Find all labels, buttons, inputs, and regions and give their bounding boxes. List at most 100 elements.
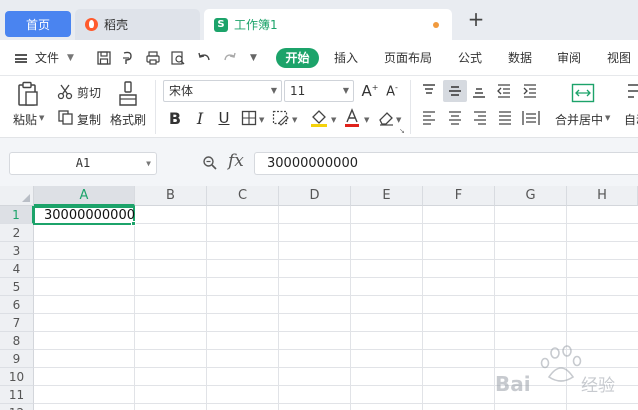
fill-color-dropdown-icon[interactable]: ▼ bbox=[331, 116, 336, 124]
tab-home[interactable]: 首页 bbox=[5, 11, 71, 37]
scissors-icon[interactable] bbox=[57, 83, 74, 100]
increase-indent-icon[interactable] bbox=[521, 82, 539, 100]
eraser-icon[interactable] bbox=[377, 109, 395, 127]
print-icon[interactable] bbox=[145, 50, 161, 66]
increase-font-size-button[interactable]: A+ bbox=[360, 81, 380, 101]
tab-data[interactable]: 数据 bbox=[508, 40, 532, 76]
chevron-down-icon[interactable]: ▼ bbox=[67, 40, 74, 76]
tab-insert[interactable]: 插入 bbox=[334, 40, 358, 76]
grid-line bbox=[350, 206, 351, 410]
spreadsheet-grid[interactable]: A B C D E F G H 1 2 3 4 5 6 7 8 9 10 11 … bbox=[0, 186, 638, 410]
align-top-icon[interactable] bbox=[420, 82, 438, 100]
tab-review[interactable]: 审阅 bbox=[557, 40, 581, 76]
border-icon[interactable] bbox=[241, 110, 257, 126]
tab-workbook[interactable]: S 工作簿1 bbox=[204, 9, 452, 40]
fill-color-icon[interactable] bbox=[309, 108, 329, 128]
column-header-b[interactable]: B bbox=[135, 186, 207, 206]
format-painter-icon[interactable] bbox=[117, 81, 139, 107]
insert-function-button[interactable]: fx bbox=[228, 151, 244, 171]
font-dialog-launcher-icon[interactable]: ↘ bbox=[399, 127, 405, 135]
align-left-icon[interactable] bbox=[420, 109, 438, 127]
tab-start[interactable]: 开始 bbox=[276, 48, 319, 68]
auto-wrap-button[interactable]: 自动 bbox=[624, 111, 638, 128]
copy-button[interactable]: 复制 bbox=[77, 111, 101, 128]
merge-center-button[interactable]: 合并居中 bbox=[555, 111, 603, 128]
align-bottom-icon[interactable] bbox=[470, 82, 488, 100]
column-header-f[interactable]: F bbox=[423, 186, 495, 206]
formula-input[interactable]: 30000000000 bbox=[254, 152, 638, 175]
column-header-g[interactable]: G bbox=[495, 186, 567, 206]
select-all-corner[interactable] bbox=[0, 186, 34, 206]
row-header-7[interactable]: 7 bbox=[0, 314, 34, 332]
border-dropdown-icon[interactable]: ▼ bbox=[259, 116, 264, 124]
paste-dropdown-icon[interactable]: ▼ bbox=[39, 114, 44, 122]
save-icon[interactable] bbox=[96, 50, 112, 66]
search-icon[interactable] bbox=[202, 155, 218, 171]
underline-button[interactable]: U bbox=[214, 108, 234, 128]
menu-row: 文件 ▼ ▼ 开始 插入 页面布局 公式 数据 审阅 视图 bbox=[0, 40, 638, 76]
row-header-4[interactable]: 4 bbox=[0, 260, 34, 278]
print-preview-icon[interactable] bbox=[170, 50, 186, 66]
wrap-text-icon[interactable] bbox=[626, 82, 638, 104]
paste-icon[interactable] bbox=[16, 81, 40, 107]
hamburger-menu-icon[interactable] bbox=[15, 54, 27, 63]
column-header-c[interactable]: C bbox=[207, 186, 279, 206]
row-header-8[interactable]: 8 bbox=[0, 332, 34, 350]
cut-button[interactable]: 剪切 bbox=[77, 84, 101, 101]
toolbar-separator bbox=[155, 80, 156, 134]
column-header-a[interactable]: A bbox=[34, 186, 135, 206]
copy-icon[interactable] bbox=[57, 109, 74, 126]
bold-button[interactable]: B bbox=[165, 108, 185, 128]
row-header-12[interactable]: 12 bbox=[0, 404, 34, 410]
clear-dropdown-icon[interactable]: ▼ bbox=[396, 116, 401, 124]
undo-icon[interactable] bbox=[196, 50, 212, 66]
font-color-dropdown-icon[interactable]: ▼ bbox=[364, 116, 369, 124]
format-painter-button[interactable]: 格式刷 bbox=[110, 111, 146, 128]
fill-style-dropdown-icon[interactable]: ▼ bbox=[292, 116, 297, 124]
paste-button[interactable]: 粘贴 bbox=[13, 111, 37, 128]
tab-docer[interactable]: 稻壳 bbox=[75, 9, 200, 40]
file-menu[interactable]: 文件 bbox=[35, 40, 59, 76]
row-header-5[interactable]: 5 bbox=[0, 278, 34, 296]
name-box[interactable]: A1 ▼ bbox=[9, 152, 157, 175]
row-header-2[interactable]: 2 bbox=[0, 224, 34, 242]
tab-docer-label: 稻壳 bbox=[104, 18, 129, 32]
justify-icon[interactable] bbox=[496, 109, 514, 127]
row-header-10[interactable]: 10 bbox=[0, 368, 34, 386]
column-header-d[interactable]: D bbox=[279, 186, 351, 206]
font-name-select[interactable]: 宋体 ▼ bbox=[163, 80, 282, 102]
column-header-e[interactable]: E bbox=[351, 186, 423, 206]
italic-button[interactable]: I bbox=[190, 108, 210, 128]
tab-view[interactable]: 视图 bbox=[607, 40, 631, 76]
redo-icon[interactable] bbox=[222, 50, 238, 66]
merge-center-icon[interactable] bbox=[571, 83, 595, 103]
output-pdf-icon[interactable] bbox=[120, 50, 136, 66]
align-middle-button[interactable] bbox=[443, 80, 467, 102]
font-size-select[interactable]: 11 ▼ bbox=[284, 80, 354, 102]
grid-line bbox=[34, 331, 638, 332]
new-tab-button[interactable]: + bbox=[466, 9, 486, 30]
tab-page-layout[interactable]: 页面布局 bbox=[384, 40, 432, 76]
distributed-align-icon[interactable] bbox=[521, 109, 541, 127]
quick-access-more-icon[interactable]: ▼ bbox=[250, 40, 257, 76]
column-header-h[interactable]: H bbox=[567, 186, 638, 206]
merge-dropdown-icon[interactable]: ▼ bbox=[605, 114, 610, 122]
cell-a1[interactable]: 30000000000 bbox=[33, 206, 135, 225]
align-center-icon[interactable] bbox=[446, 109, 464, 127]
row-header-11[interactable]: 11 bbox=[0, 386, 34, 404]
fill-style-icon[interactable] bbox=[272, 110, 290, 126]
row-header-1[interactable]: 1 bbox=[0, 206, 34, 224]
decrease-indent-icon[interactable] bbox=[495, 82, 513, 100]
fill-handle[interactable] bbox=[131, 221, 136, 226]
row-header-3[interactable]: 3 bbox=[0, 242, 34, 260]
align-right-icon[interactable] bbox=[471, 109, 489, 127]
decrease-font-size-button[interactable]: A- bbox=[382, 81, 402, 101]
tab-formulas[interactable]: 公式 bbox=[458, 40, 482, 76]
row-header-6[interactable]: 6 bbox=[0, 296, 34, 314]
align-middle-icon bbox=[449, 86, 461, 96]
font-color-icon[interactable] bbox=[343, 108, 361, 128]
chevron-down-icon[interactable]: ▼ bbox=[146, 153, 151, 174]
row-header-9[interactable]: 9 bbox=[0, 350, 34, 368]
grid-line bbox=[34, 277, 638, 278]
spreadsheet-logo-icon: S bbox=[214, 17, 228, 32]
